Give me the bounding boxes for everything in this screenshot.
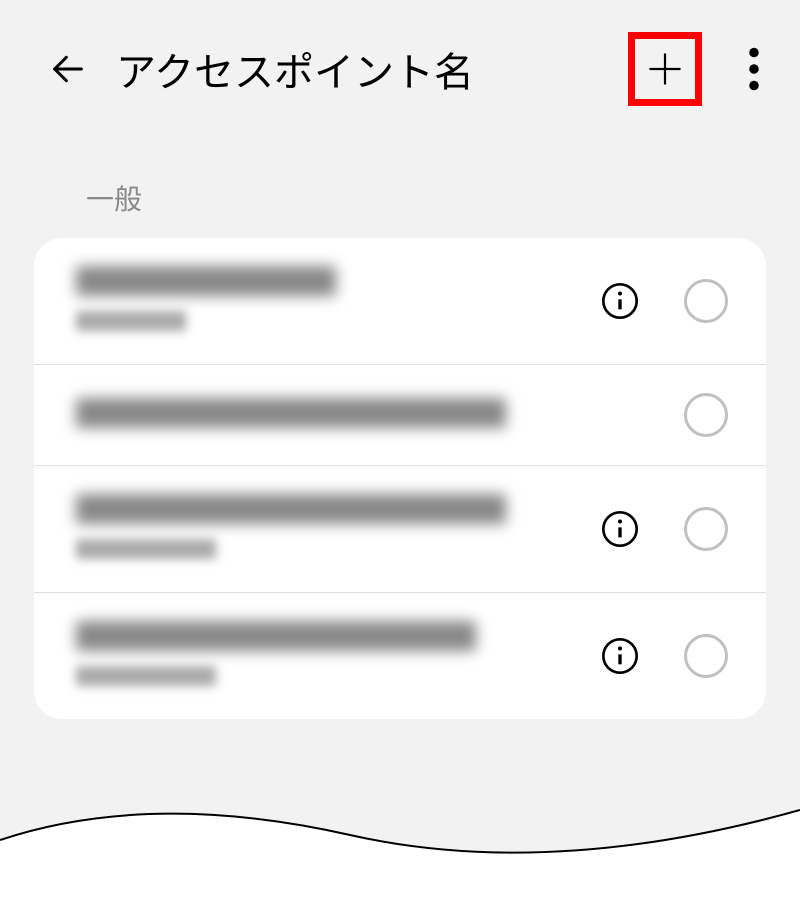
apn-list-item[interactable] — [34, 365, 766, 466]
page-title: アクセスポイント名 — [116, 40, 600, 98]
apn-subtitle-redacted — [76, 311, 580, 336]
info-icon — [600, 281, 640, 321]
more-vertical-icon — [748, 47, 760, 91]
apn-title-redacted — [76, 398, 640, 433]
apn-list-card — [34, 238, 766, 719]
apn-subtitle-redacted — [76, 666, 580, 691]
apn-item-text — [76, 266, 580, 336]
plus-icon — [643, 47, 687, 91]
apn-radio[interactable] — [684, 507, 728, 551]
info-icon — [600, 636, 640, 676]
section-label-general: 一般 — [0, 138, 800, 238]
arrow-left-icon — [48, 49, 88, 89]
apn-info-button[interactable] — [600, 281, 640, 321]
more-options-button[interactable] — [748, 47, 760, 91]
apn-info-button[interactable] — [600, 636, 640, 676]
add-apn-button[interactable] — [628, 32, 702, 106]
back-button[interactable] — [48, 49, 88, 89]
info-icon — [600, 509, 640, 549]
header-bar: アクセスポイント名 — [0, 0, 800, 138]
apn-list-item[interactable] — [34, 238, 766, 365]
apn-title-redacted — [76, 494, 580, 529]
apn-item-text — [76, 398, 640, 433]
apn-radio[interactable] — [684, 279, 728, 323]
apn-list-item[interactable] — [34, 593, 766, 719]
apn-radio[interactable] — [684, 634, 728, 678]
apn-list-item[interactable] — [34, 466, 766, 593]
apn-title-redacted — [76, 266, 580, 301]
apn-item-text — [76, 494, 580, 564]
wave-cutoff-decoration — [0, 780, 800, 900]
apn-radio[interactable] — [684, 393, 728, 437]
apn-item-text — [76, 621, 580, 691]
apn-info-button[interactable] — [600, 509, 640, 549]
apn-title-redacted — [76, 621, 580, 656]
apn-subtitle-redacted — [76, 539, 580, 564]
